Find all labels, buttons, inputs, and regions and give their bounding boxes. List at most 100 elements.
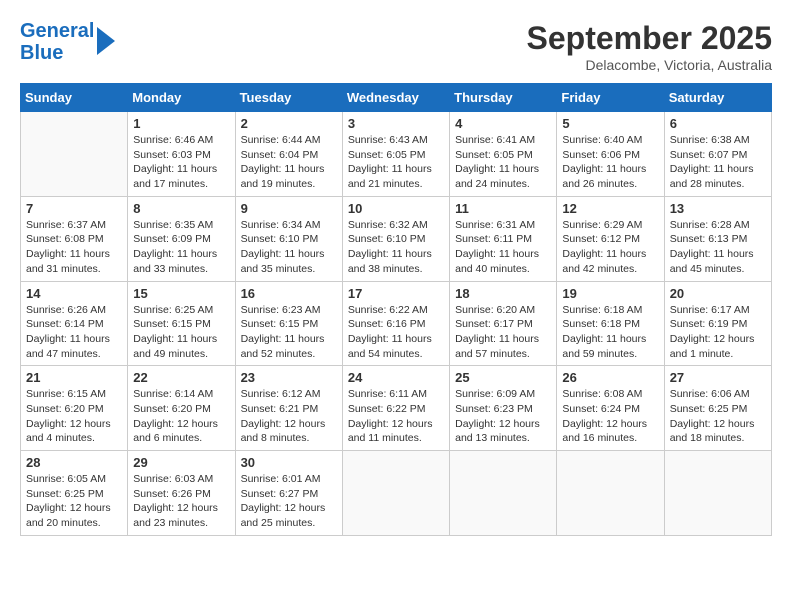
day-info: Sunrise: 6:08 AMSunset: 6:24 PMDaylight:… <box>562 387 658 446</box>
day-info: Sunrise: 6:20 AMSunset: 6:17 PMDaylight:… <box>455 303 551 362</box>
calendar-cell: 15Sunrise: 6:25 AMSunset: 6:15 PMDayligh… <box>128 281 235 366</box>
day-number: 24 <box>348 370 444 385</box>
week-row-2: 7Sunrise: 6:37 AMSunset: 6:08 PMDaylight… <box>21 196 772 281</box>
week-row-5: 28Sunrise: 6:05 AMSunset: 6:25 PMDayligh… <box>21 451 772 536</box>
page-title: September 2025 <box>527 20 772 57</box>
day-number: 5 <box>562 116 658 131</box>
day-info: Sunrise: 6:23 AMSunset: 6:15 PMDaylight:… <box>241 303 337 362</box>
day-number: 19 <box>562 286 658 301</box>
calendar-cell: 5 Sunrise: 6:40 AMSunset: 6:06 PMDaylight… <box>557 112 664 197</box>
day-number: 1 <box>133 116 229 131</box>
header-cell-saturday: Saturday <box>664 84 771 112</box>
week-row-3: 14 Sunrise: 6:26 AMSunset: 6:14 PMDayligh… <box>21 281 772 366</box>
day-number: 22 <box>133 370 229 385</box>
header-cell-monday: Monday <box>128 84 235 112</box>
day-info: Sunrise: 6:03 AMSunset: 6:26 PMDaylight:… <box>133 472 229 531</box>
day-info: Sunrise: 6:26 AMSunset: 6:14 PMDaylight:… <box>26 303 122 362</box>
calendar-cell: 9 Sunrise: 6:34 AMSunset: 6:10 PMDaylight… <box>235 196 342 281</box>
day-number: 28 <box>26 455 122 470</box>
day-number: 8 <box>133 201 229 216</box>
day-info: Sunrise: 6:01 AMSunset: 6:27 PMDaylight:… <box>241 472 337 531</box>
day-info: Sunrise: 6:09 AMSunset: 6:23 PMDaylight:… <box>455 387 551 446</box>
day-info: Sunrise: 6:44 AMSunset: 6:04 PMDaylight:… <box>241 133 337 192</box>
day-info: Sunrise: 6:32 AMSunset: 6:10 PMDaylight:… <box>348 218 444 277</box>
day-info: Sunrise: 6:40 AMSunset: 6:06 PMDaylight:… <box>562 133 658 192</box>
logo-text: General Blue <box>20 20 94 64</box>
day-number: 27 <box>670 370 766 385</box>
day-number: 10 <box>348 201 444 216</box>
calendar-cell: 23 Sunrise: 6:12 AMSunset: 6:21 PMDayligh… <box>235 366 342 451</box>
day-info: Sunrise: 6:22 AMSunset: 6:16 PMDaylight:… <box>348 303 444 362</box>
calendar-cell <box>557 451 664 536</box>
day-info: Sunrise: 6:25 AMSunset: 6:15 PMDaylight:… <box>133 303 229 362</box>
day-info: Sunrise: 6:29 AMSunset: 6:12 PMDaylight:… <box>562 218 658 277</box>
calendar-cell: 6Sunrise: 6:38 AMSunset: 6:07 PMDaylight… <box>664 112 771 197</box>
calendar-cell: 2 Sunrise: 6:44 AMSunset: 6:04 PMDaylight… <box>235 112 342 197</box>
header-cell-sunday: Sunday <box>21 84 128 112</box>
calendar-cell <box>21 112 128 197</box>
title-block: September 2025 Delacombe, Victoria, Aust… <box>527 20 772 73</box>
day-number: 12 <box>562 201 658 216</box>
day-number: 11 <box>455 201 551 216</box>
header-cell-friday: Friday <box>557 84 664 112</box>
day-info: Sunrise: 6:43 AMSunset: 6:05 PMDaylight:… <box>348 133 444 192</box>
day-info: Sunrise: 6:35 AMSunset: 6:09 PMDaylight:… <box>133 218 229 277</box>
day-info: Sunrise: 6:14 AMSunset: 6:20 PMDaylight:… <box>133 387 229 446</box>
calendar-cell: 11 Sunrise: 6:31 AMSunset: 6:11 PMDayligh… <box>450 196 557 281</box>
day-info: Sunrise: 6:31 AMSunset: 6:11 PMDaylight:… <box>455 218 551 277</box>
calendar-cell: 26Sunrise: 6:08 AMSunset: 6:24 PMDayligh… <box>557 366 664 451</box>
calendar-cell: 13Sunrise: 6:28 AMSunset: 6:13 PMDayligh… <box>664 196 771 281</box>
calendar-cell: 10 Sunrise: 6:32 AMSunset: 6:10 PMDayligh… <box>342 196 449 281</box>
header-cell-thursday: Thursday <box>450 84 557 112</box>
calendar-cell: 28Sunrise: 6:05 AMSunset: 6:25 PMDayligh… <box>21 451 128 536</box>
day-number: 2 <box>241 116 337 131</box>
day-number: 25 <box>455 370 551 385</box>
day-info: Sunrise: 6:17 AMSunset: 6:19 PMDaylight:… <box>670 303 766 362</box>
day-info: Sunrise: 6:15 AMSunset: 6:20 PMDaylight:… <box>26 387 122 446</box>
calendar-cell: 20Sunrise: 6:17 AMSunset: 6:19 PMDayligh… <box>664 281 771 366</box>
calendar-cell: 7Sunrise: 6:37 AMSunset: 6:08 PMDaylight… <box>21 196 128 281</box>
day-info: Sunrise: 6:41 AMSunset: 6:05 PMDaylight:… <box>455 133 551 192</box>
calendar-cell <box>342 451 449 536</box>
week-row-1: 1Sunrise: 6:46 AMSunset: 6:03 PMDaylight… <box>21 112 772 197</box>
day-info: Sunrise: 6:38 AMSunset: 6:07 PMDaylight:… <box>670 133 766 192</box>
calendar-cell: 12 Sunrise: 6:29 AMSunset: 6:12 PMDayligh… <box>557 196 664 281</box>
day-number: 30 <box>241 455 337 470</box>
day-number: 3 <box>348 116 444 131</box>
calendar-cell: 21 Sunrise: 6:15 AMSunset: 6:20 PMDayligh… <box>21 366 128 451</box>
logo-blue: Blue <box>20 42 63 64</box>
day-info: Sunrise: 6:34 AMSunset: 6:10 PMDaylight:… <box>241 218 337 277</box>
calendar-header: SundayMondayTuesdayWednesdayThursdayFrid… <box>21 84 772 112</box>
day-number: 23 <box>241 370 337 385</box>
day-number: 9 <box>241 201 337 216</box>
calendar-cell: 24 Sunrise: 6:11 AMSunset: 6:22 PMDayligh… <box>342 366 449 451</box>
day-number: 29 <box>133 455 229 470</box>
calendar-cell: 8 Sunrise: 6:35 AMSunset: 6:09 PMDaylight… <box>128 196 235 281</box>
calendar-cell: 17Sunrise: 6:22 AMSunset: 6:16 PMDayligh… <box>342 281 449 366</box>
logo-arrow-icon <box>97 27 115 55</box>
logo: General Blue <box>20 20 115 64</box>
calendar-cell: 14 Sunrise: 6:26 AMSunset: 6:14 PMDayligh… <box>21 281 128 366</box>
calendar-cell: 29 Sunrise: 6:03 AMSunset: 6:26 PMDayligh… <box>128 451 235 536</box>
calendar-cell: 25 Sunrise: 6:09 AMSunset: 6:23 PMDayligh… <box>450 366 557 451</box>
day-info: Sunrise: 6:18 AMSunset: 6:18 PMDaylight:… <box>562 303 658 362</box>
day-number: 4 <box>455 116 551 131</box>
page-header: General Blue September 2025 Delacombe, V… <box>20 20 772 73</box>
header-cell-tuesday: Tuesday <box>235 84 342 112</box>
page-subtitle: Delacombe, Victoria, Australia <box>527 57 772 73</box>
day-info: Sunrise: 6:06 AMSunset: 6:25 PMDaylight:… <box>670 387 766 446</box>
day-info: Sunrise: 6:12 AMSunset: 6:21 PMDaylight:… <box>241 387 337 446</box>
calendar-cell: 18 Sunrise: 6:20 AMSunset: 6:17 PMDayligh… <box>450 281 557 366</box>
day-number: 16 <box>241 286 337 301</box>
calendar-cell: 4 Sunrise: 6:41 AMSunset: 6:05 PMDaylight… <box>450 112 557 197</box>
day-number: 18 <box>455 286 551 301</box>
calendar-cell <box>450 451 557 536</box>
day-number: 14 <box>26 286 122 301</box>
header-cell-wednesday: Wednesday <box>342 84 449 112</box>
week-row-4: 21 Sunrise: 6:15 AMSunset: 6:20 PMDayligh… <box>21 366 772 451</box>
calendar-cell: 3 Sunrise: 6:43 AMSunset: 6:05 PMDaylight… <box>342 112 449 197</box>
day-number: 21 <box>26 370 122 385</box>
calendar-cell <box>664 451 771 536</box>
calendar-cell: 1Sunrise: 6:46 AMSunset: 6:03 PMDaylight… <box>128 112 235 197</box>
day-info: Sunrise: 6:11 AMSunset: 6:22 PMDaylight:… <box>348 387 444 446</box>
